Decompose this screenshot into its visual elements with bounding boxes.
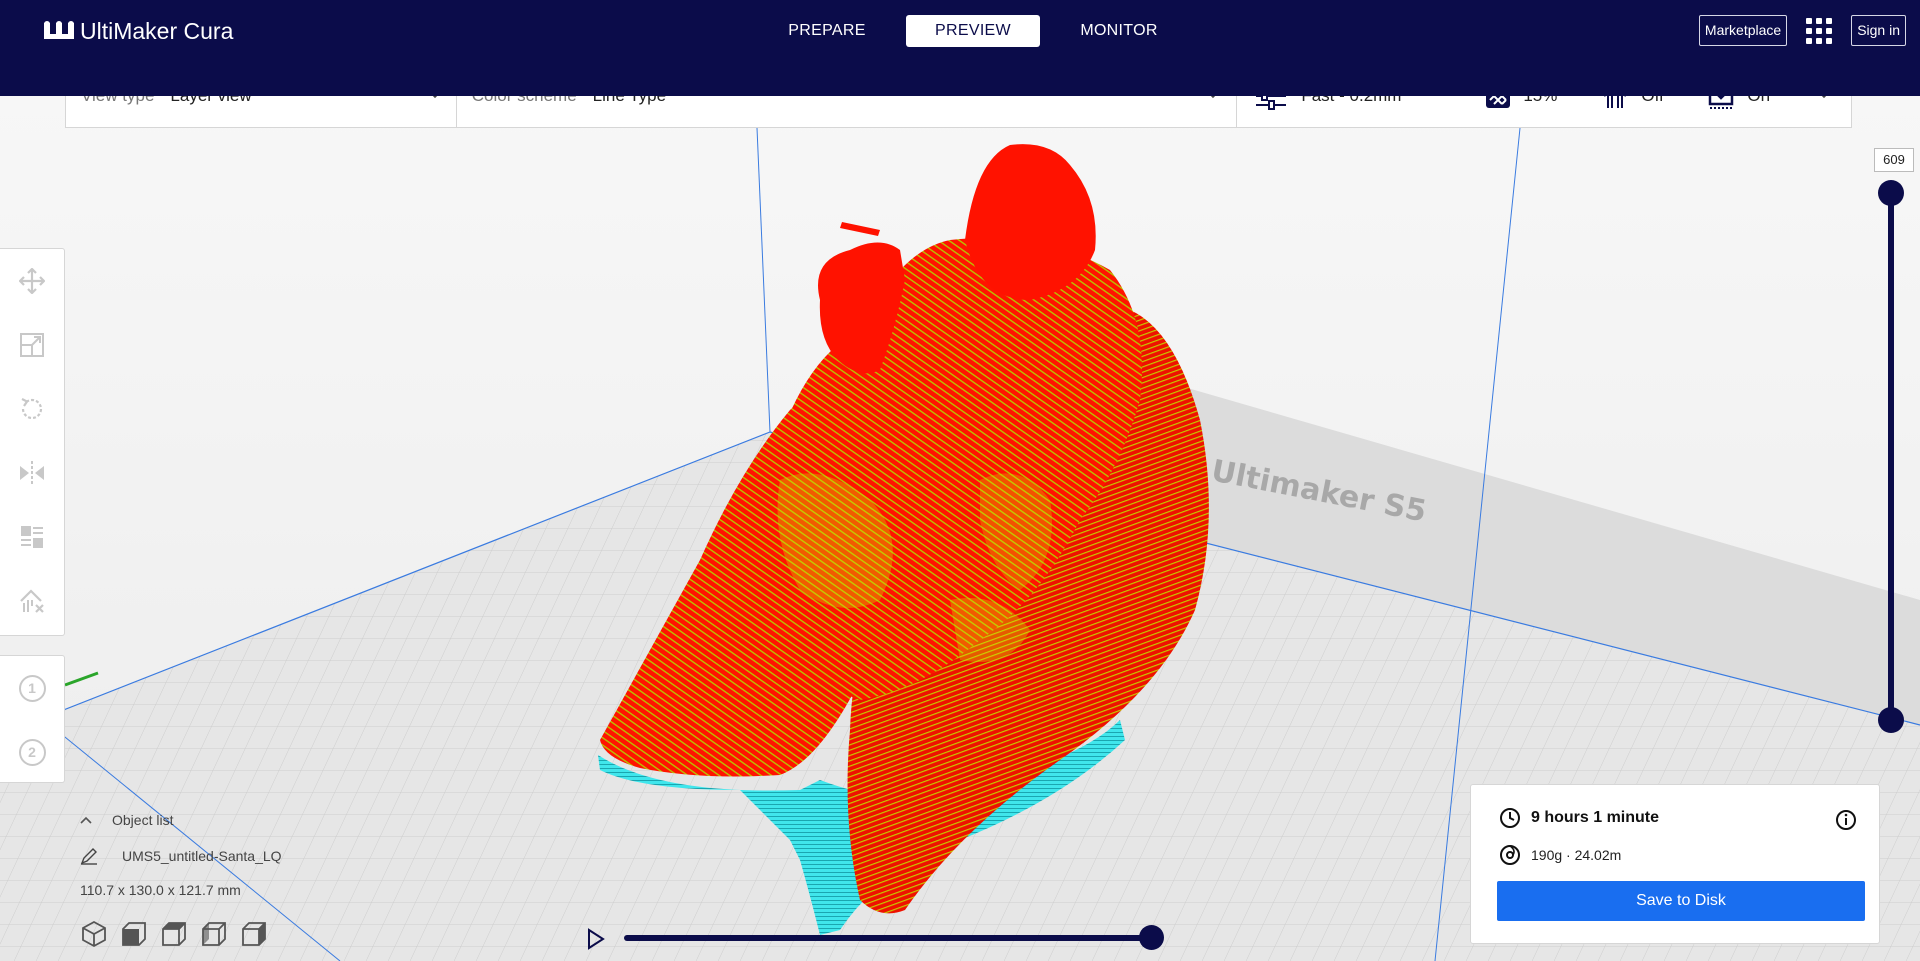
support-blocker-button[interactable] xyxy=(0,569,64,633)
move-tool-button[interactable] xyxy=(0,249,64,313)
apps-grid-icon[interactable] xyxy=(1805,17,1833,45)
app-logo: UltiMaker Cura xyxy=(44,16,233,46)
adhesion-icon xyxy=(1709,96,1734,109)
per-model-settings-icon xyxy=(21,526,43,548)
object-dimensions: 110.7 x 130.0 x 121.7 mm xyxy=(80,882,241,898)
scale-tool-button[interactable] xyxy=(0,313,64,377)
color-scheme-select[interactable]: Color scheme Line Type xyxy=(457,96,1237,127)
support-icon xyxy=(1604,96,1626,108)
chevron-up-icon xyxy=(80,816,92,824)
cube-top-icon xyxy=(162,922,186,946)
extruder-2-icon: 2 xyxy=(18,738,46,766)
path-slider-handle[interactable] xyxy=(1139,925,1164,950)
clock-icon xyxy=(1500,808,1520,828)
path-slider-track[interactable] xyxy=(624,935,1152,941)
mirror-icon xyxy=(20,461,44,485)
color-scheme-value: Line Type xyxy=(593,96,666,106)
top-header: UltiMaker Cura PREPARE PREVIEW MONITOR M… xyxy=(0,0,1920,96)
object-name: UMS5_untitled-Santa_LQ xyxy=(122,848,282,864)
print-time-row: 9 hours 1 minute xyxy=(1499,807,1659,829)
layer-slider-track[interactable] xyxy=(1888,192,1894,722)
per-model-settings-button[interactable] xyxy=(0,505,64,569)
extruder-1-button[interactable]: 1 xyxy=(0,656,64,720)
object-list-toggle[interactable]: Object list xyxy=(80,810,282,830)
view-front-button[interactable] xyxy=(120,920,148,951)
view-toolbar: View type Layer view Color scheme Line T… xyxy=(65,96,1852,128)
tab-preview[interactable]: PREVIEW xyxy=(906,15,1040,47)
view-type-label: View type xyxy=(81,96,154,106)
view-3d-button[interactable] xyxy=(80,920,108,951)
extruder-panel: 1 2 xyxy=(0,655,65,783)
ultimaker-logo-icon xyxy=(44,21,74,39)
material-usage-value: 190g · 24.02m xyxy=(1531,847,1622,863)
rotate-icon xyxy=(21,398,43,420)
layer-slider-lower-handle[interactable] xyxy=(1878,707,1904,733)
layer-slider-upper-handle[interactable] xyxy=(1878,180,1904,206)
view-top-button[interactable] xyxy=(160,920,188,951)
object-list-title: Object list xyxy=(112,812,174,828)
sign-in-button[interactable]: Sign in xyxy=(1851,15,1906,46)
header-actions: Marketplace Sign in xyxy=(1698,15,1906,46)
material-usage-row: 190g · 24.02m xyxy=(1499,844,1621,866)
settings-sliders-icon xyxy=(1256,96,1287,110)
view-left-button[interactable] xyxy=(200,920,228,951)
print-settings-button[interactable]: Fast - 0.2mm 15% Off xyxy=(1237,96,1851,127)
print-info-panel: 9 hours 1 minute 190g · 24.02m Save to D… xyxy=(1470,784,1880,944)
profile-item: Fast - 0.2mm xyxy=(1255,96,1401,110)
profile-value: Fast - 0.2mm xyxy=(1301,96,1401,106)
infill-value: 15% xyxy=(1523,96,1557,106)
play-simulation-icon[interactable] xyxy=(586,928,606,950)
tab-monitor[interactable]: MONITOR xyxy=(1052,15,1186,47)
view-type-select[interactable]: View type Layer view xyxy=(66,96,456,127)
tab-prepare[interactable]: PREPARE xyxy=(760,15,894,47)
current-layer-field[interactable]: 609 xyxy=(1874,148,1914,172)
stage-tabs: PREPARE PREVIEW MONITOR xyxy=(760,15,1198,47)
cube-front-icon xyxy=(122,922,146,946)
save-to-disk-button[interactable]: Save to Disk xyxy=(1497,881,1865,921)
extruder-1-icon: 1 xyxy=(18,674,46,702)
cube-right-icon xyxy=(242,922,266,946)
marketplace-button[interactable]: Marketplace xyxy=(1698,15,1788,46)
rotate-tool-button[interactable] xyxy=(0,377,64,441)
move-icon xyxy=(19,268,45,294)
chevron-down-icon xyxy=(1822,96,1827,99)
extruder-2-button[interactable]: 2 xyxy=(0,720,64,784)
support-blocker-icon xyxy=(20,589,44,613)
object-list-panel: Object list UMS5_untitled-Santa_LQ 110.7… xyxy=(80,810,282,951)
spool-icon xyxy=(1500,845,1520,865)
info-icon[interactable] xyxy=(1835,809,1857,831)
infill-icon xyxy=(1486,96,1511,108)
cube-3d-icon xyxy=(82,920,106,948)
view-type-value: Layer view xyxy=(170,96,251,106)
mirror-tool-button[interactable] xyxy=(0,441,64,505)
object-list-item[interactable]: UMS5_untitled-Santa_LQ xyxy=(80,846,282,866)
camera-view-buttons xyxy=(80,920,282,951)
cube-left-icon xyxy=(202,922,226,946)
view-right-button[interactable] xyxy=(240,920,268,951)
adhesion-item: On xyxy=(1707,96,1770,110)
support-value: Off xyxy=(1641,96,1663,106)
chevron-down-icon xyxy=(432,96,438,99)
color-scheme-label: Color scheme xyxy=(472,96,577,106)
transform-tools-panel xyxy=(0,248,65,636)
chevron-down-icon xyxy=(1210,96,1215,99)
pencil-icon[interactable] xyxy=(80,847,98,865)
print-time-value: 9 hours 1 minute xyxy=(1531,809,1660,826)
scale-icon xyxy=(20,333,44,357)
adhesion-value: On xyxy=(1747,96,1770,106)
app-name: UltiMaker Cura xyxy=(80,17,234,44)
infill-item: 15% xyxy=(1485,96,1557,109)
support-item: Off xyxy=(1601,96,1664,110)
